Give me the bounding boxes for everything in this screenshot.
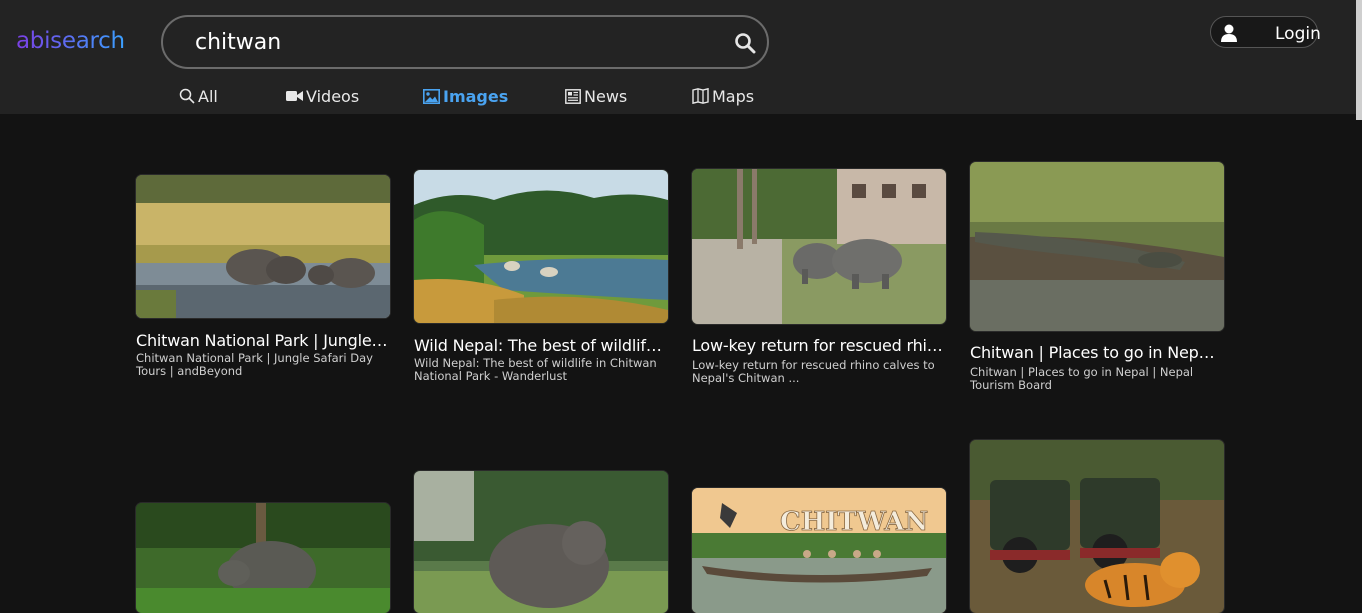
scrollbar[interactable]: [1356, 0, 1362, 120]
tab-label: Images: [443, 86, 509, 106]
logo[interactable]: abisearch: [16, 28, 125, 54]
result-source: Chitwan | Places to go in Nepal | Nepal …: [970, 365, 1194, 392]
result-thumbnail[interactable]: [970, 440, 1224, 613]
result-title[interactable]: Wild Nepal: The best of wildlife i…: [414, 336, 668, 355]
chitwan-sign-text: CHITWAN: [780, 507, 928, 537]
login-button[interactable]: Login: [1210, 16, 1321, 48]
result-title[interactable]: Chitwan | Places to go in Nepal |…: [970, 343, 1224, 362]
tab-label: Videos: [306, 86, 360, 106]
river-forest-landscape-image: [414, 170, 668, 323]
elephants-in-river-image: [136, 175, 390, 318]
tab-images[interactable]: Images: [423, 85, 508, 107]
login-label: Login: [1275, 24, 1321, 44]
search-icon: [179, 88, 195, 104]
result-source: Low-key return for rescued rhino calves …: [692, 358, 935, 385]
result-source: Wild Nepal: The best of wildlife in Chit…: [414, 356, 657, 383]
search-input[interactable]: [195, 27, 715, 57]
map-icon: [692, 88, 709, 104]
result-thumbnail[interactable]: CHITWAN: [692, 488, 946, 613]
rhino-in-grass-image: [136, 503, 390, 613]
result-thumbnail[interactable]: [970, 162, 1224, 331]
result-title[interactable]: Chitwan National Park | Jungle…: [136, 331, 390, 350]
tab-all[interactable]: All: [179, 85, 218, 107]
tab-news[interactable]: News: [565, 85, 627, 107]
header-bar: abisearch Login All Videos: [0, 0, 1362, 114]
tab-videos[interactable]: Videos: [286, 85, 359, 107]
result-thumbnail[interactable]: [136, 503, 390, 613]
result-thumbnail[interactable]: [414, 471, 668, 613]
tab-maps[interactable]: Maps: [692, 85, 754, 107]
search-bar[interactable]: [161, 15, 769, 69]
result-thumbnail[interactable]: [692, 169, 946, 324]
chitwan-canoe-image: CHITWAN: [692, 488, 946, 613]
user-icon: [1221, 24, 1237, 42]
image-icon: [423, 88, 440, 104]
crocodile-image: [970, 162, 1224, 331]
elephant-walking-image: [414, 471, 668, 613]
result-source: Chitwan National Park | Jungle Safari Da…: [136, 351, 373, 378]
tab-label: All: [198, 86, 218, 106]
jeep-safari-tiger-image: [970, 440, 1224, 613]
search-icon[interactable]: [734, 32, 756, 54]
result-title[interactable]: Low-key return for rescued rhino…: [692, 336, 946, 355]
video-camera-icon: [286, 91, 303, 101]
result-thumbnail[interactable]: [414, 170, 668, 323]
rhino-calves-image: [692, 169, 946, 324]
newspaper-icon: [565, 88, 581, 104]
tab-label: Maps: [712, 86, 755, 106]
tab-label: News: [584, 86, 628, 106]
result-thumbnail[interactable]: [136, 175, 390, 318]
